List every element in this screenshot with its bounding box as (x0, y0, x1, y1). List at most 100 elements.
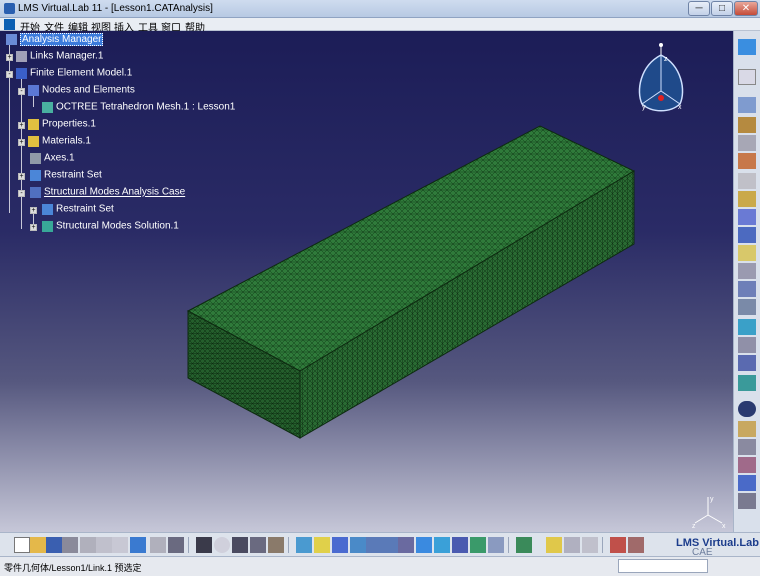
title-bar[interactable]: LMS Virtual.Lab 11 - [Lesson1.CATAnalysi… (0, 0, 760, 18)
status-bar: 零件几何体/Lesson1/Link.1 预选定 (0, 556, 760, 576)
annotation-icon[interactable] (582, 537, 598, 553)
nodes-elements-icon (28, 84, 39, 96)
tree-node-properties[interactable]: Properties.1 (28, 118, 96, 132)
display-tool-icon[interactable] (738, 475, 756, 491)
folder-icon (28, 135, 39, 147)
properties-tool-icon[interactable] (738, 117, 756, 133)
database-tool-icon[interactable] (738, 245, 756, 261)
compass-icon[interactable]: z y x (630, 41, 700, 121)
pan-icon[interactable] (332, 537, 348, 553)
frf-tool-icon[interactable] (738, 457, 756, 473)
tree-node-fe-model[interactable]: Finite Element Model.1 (16, 67, 132, 81)
cut-icon[interactable] (80, 537, 96, 553)
tree-node-analysis-case[interactable]: Structural Modes Analysis Case (30, 186, 185, 200)
report-tool-icon[interactable] (738, 421, 756, 437)
sketch-icon[interactable] (564, 537, 580, 553)
workbench-icon[interactable] (738, 39, 756, 55)
minimize-button[interactable]: ─ (688, 1, 710, 16)
connection-tool-icon[interactable] (738, 135, 756, 151)
tree-node-links-manager[interactable]: Links Manager.1 (16, 50, 103, 64)
export-tool-icon[interactable] (738, 493, 756, 509)
save-icon[interactable] (46, 537, 62, 553)
expand-toggle[interactable]: - (6, 71, 13, 78)
expand-toggle[interactable]: - (18, 190, 25, 197)
catalog-icon[interactable] (250, 537, 266, 553)
tree-node-axes[interactable]: Axes.1 (30, 152, 75, 166)
swap-space-icon[interactable] (488, 537, 504, 553)
whats-this-icon[interactable] (168, 537, 184, 553)
print-icon[interactable] (62, 537, 78, 553)
redo-icon[interactable] (150, 537, 166, 553)
formula-icon[interactable] (196, 537, 212, 553)
filter-icon[interactable] (610, 537, 626, 553)
restraint-icon (30, 169, 41, 181)
rotate-icon[interactable] (350, 537, 366, 553)
expand-toggle[interactable]: + (6, 54, 13, 61)
svg-text:x: x (722, 523, 726, 529)
solution-tool-icon[interactable] (738, 227, 756, 243)
expand-toggle[interactable]: + (30, 224, 37, 231)
tree-node-restraint-set-2[interactable]: Restraint Set (42, 203, 114, 217)
solution-icon (42, 220, 53, 232)
sensor-tool-icon[interactable] (738, 281, 756, 297)
material-apply-icon[interactable] (516, 537, 532, 553)
image-icon[interactable] (546, 537, 562, 553)
select-icon[interactable] (738, 69, 756, 85)
normal-view-icon[interactable] (398, 537, 414, 553)
expand-toggle[interactable]: + (18, 139, 25, 146)
zoom-out-icon[interactable] (382, 537, 398, 553)
right-toolbar (733, 31, 760, 532)
close-button[interactable]: ✕ (734, 1, 758, 16)
app-icon (4, 3, 15, 14)
command-input[interactable] (618, 559, 708, 573)
zoom-in-icon[interactable] (366, 537, 382, 553)
paste-icon[interactable] (112, 537, 128, 553)
table-icon[interactable] (232, 537, 248, 553)
material-tool-icon[interactable] (738, 153, 756, 169)
lms-virtual-lab-logo: LMS Virtual.Lab (676, 537, 759, 549)
measure-icon[interactable] (268, 537, 284, 553)
tree-node-materials[interactable]: Materials.1 (28, 135, 91, 149)
expand-toggle[interactable]: + (18, 173, 25, 180)
spiral-tool-icon[interactable] (738, 401, 756, 417)
plot-tool-icon[interactable] (738, 337, 756, 353)
analysis-case-tool-icon[interactable] (738, 209, 756, 225)
tree-node-octree-mesh[interactable]: OCTREE Tetrahedron Mesh.1 : Lesson1 (42, 101, 235, 115)
render-style-icon[interactable] (452, 537, 468, 553)
grid-tool-icon[interactable] (738, 355, 756, 371)
tree-node-nodes-elements[interactable]: Nodes and Elements (28, 84, 135, 98)
tool-options-icon[interactable] (628, 537, 644, 553)
status-message: 零件几何体/Lesson1/Link.1 预选定 (4, 563, 142, 573)
fit-all-icon[interactable] (314, 537, 330, 553)
axis-tool-icon[interactable] (738, 173, 756, 189)
new-icon[interactable] (14, 537, 30, 553)
restraint-tool-icon[interactable] (738, 191, 756, 207)
animate-tool-icon[interactable] (738, 375, 756, 391)
copy-icon[interactable] (96, 537, 112, 553)
links-manager-icon (16, 50, 27, 62)
undo-icon[interactable] (130, 537, 146, 553)
expand-toggle[interactable]: + (18, 122, 25, 129)
tree-node-analysis-manager[interactable]: Analysis Manager (6, 32, 104, 47)
mesh-tool-icon[interactable] (738, 97, 756, 113)
fly-mode-icon[interactable] (296, 537, 312, 553)
iso-view-icon[interactable] (434, 537, 450, 553)
group-tool-icon[interactable] (738, 299, 756, 315)
expand-toggle[interactable]: + (30, 207, 37, 214)
compute-tool-icon[interactable] (738, 263, 756, 279)
image-tool-icon[interactable] (738, 319, 756, 335)
multi-view-icon[interactable] (416, 537, 432, 553)
application-window: LMS Virtual.Lab 11 - [Lesson1.CATAnalysi… (0, 0, 760, 576)
comment-icon[interactable] (214, 537, 230, 553)
modes-tool-icon[interactable] (738, 439, 756, 455)
maximize-button[interactable]: □ (711, 1, 733, 16)
catia-logo-icon[interactable] (4, 19, 15, 30)
hide-show-icon[interactable] (470, 537, 486, 553)
tree-node-restraint-set[interactable]: Restraint Set (30, 169, 102, 183)
3d-viewport[interactable]: Analysis Manager + Links Manager.1 - Fin… (0, 31, 733, 532)
tree-node-modes-solution[interactable]: Structural Modes Solution.1 (42, 220, 179, 234)
analysis-manager-icon (6, 33, 17, 45)
open-icon[interactable] (30, 537, 46, 553)
svg-text:z: z (692, 523, 696, 529)
expand-toggle[interactable]: - (18, 88, 25, 95)
